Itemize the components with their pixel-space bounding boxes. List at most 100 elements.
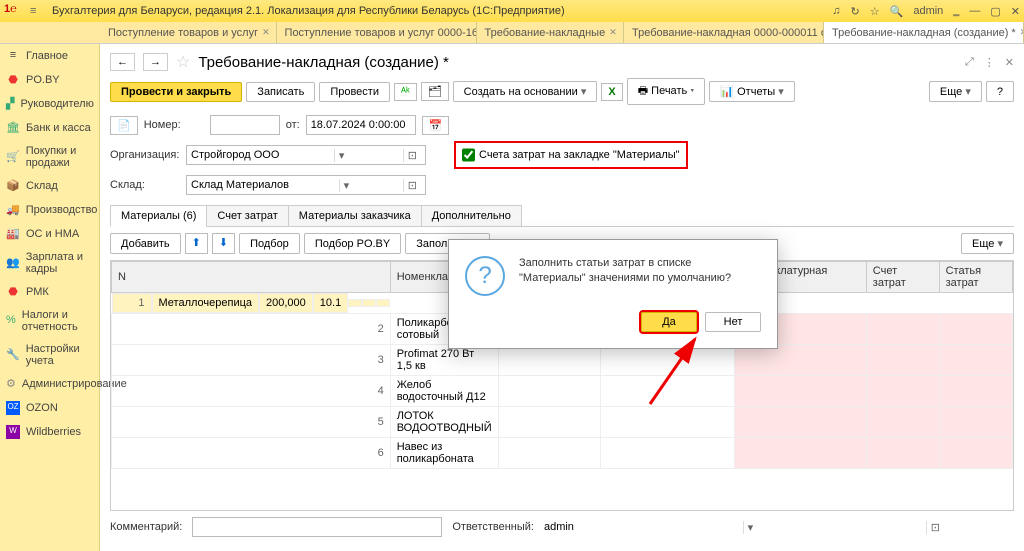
- cost-tab-checkbox[interactable]: [462, 145, 475, 165]
- logo-1c: 1℮: [4, 3, 20, 19]
- menu-icon: ≡: [6, 49, 20, 63]
- history-icon[interactable]: ↻: [851, 5, 860, 18]
- table-row[interactable]: 5ЛОТОК ВОДООТВОДНЫЙ: [112, 407, 1013, 438]
- dialog-message: Заполнить статьи затрат в списке "Матери…: [519, 256, 761, 287]
- doc-icon[interactable]: 📄: [110, 116, 138, 135]
- itab-customer-mat[interactable]: Материалы заказчика: [288, 205, 422, 226]
- tab-1[interactable]: Поступление товаров и услуг 0000-1674 от…: [277, 22, 477, 43]
- star-icon[interactable]: ☆: [870, 5, 880, 18]
- responsible-select[interactable]: admin▾⊡: [544, 521, 944, 534]
- sidebar-wb[interactable]: WWildberries: [0, 420, 99, 444]
- search-icon[interactable]: 🔍: [890, 5, 904, 18]
- pick-po-button[interactable]: Подбор PO.BY: [304, 233, 401, 254]
- gear-icon: ⚙: [6, 377, 16, 391]
- highlight-cost-accounts: Счета затрат на закладке "Материалы": [454, 141, 688, 169]
- bell-icon[interactable]: ♫: [832, 5, 840, 17]
- no-button[interactable]: Нет: [705, 312, 761, 332]
- date-input[interactable]: [306, 115, 416, 135]
- minimize-icon[interactable]: —: [969, 5, 980, 17]
- more-button[interactable]: Еще: [929, 81, 982, 102]
- sidebar-production[interactable]: 🚚Производство: [0, 198, 99, 222]
- save-button[interactable]: Записать: [246, 82, 315, 102]
- add-row-button[interactable]: Добавить: [110, 233, 181, 254]
- forward-button[interactable]: →: [143, 53, 168, 71]
- menu-icon[interactable]: ≡: [30, 5, 46, 17]
- itab-extra[interactable]: Дополнительно: [421, 205, 522, 226]
- reports-button[interactable]: 📊 Отчеты: [709, 81, 794, 102]
- poby-icon: ⬣: [6, 73, 20, 87]
- sidebar-main[interactable]: ≡Главное: [0, 44, 99, 68]
- org-select[interactable]: Стройгород ООО▾⊡: [186, 145, 426, 165]
- box-icon: 📦: [6, 179, 20, 193]
- col-cost-account: Счет затрат: [866, 262, 939, 293]
- org-label: Организация:: [110, 149, 180, 161]
- more-icon[interactable]: ⋮: [984, 56, 995, 69]
- responsible-label: Ответственный:: [452, 521, 534, 533]
- table-row[interactable]: 3Profimat 270 Вт 1,5 кв: [112, 345, 1013, 376]
- excel-icon[interactable]: X: [601, 83, 622, 101]
- table-row[interactable]: 1Металлочерепица 200,00010.1: [112, 293, 391, 313]
- post-button[interactable]: Провести: [319, 82, 390, 102]
- calendar-icon[interactable]: 📅: [422, 116, 450, 135]
- tab-3[interactable]: Требование-накладная 0000-000011 от 18.0…: [624, 22, 824, 43]
- itab-materials[interactable]: Материалы (6): [110, 205, 207, 227]
- close-icon[interactable]: ✕: [1020, 27, 1024, 38]
- close-icon[interactable]: ✕: [609, 27, 617, 38]
- close-icon[interactable]: ✕: [262, 27, 270, 38]
- tree-icon[interactable]: 🗂: [421, 82, 449, 101]
- sidebar-sales[interactable]: 🛒Покупки и продажи: [0, 140, 99, 174]
- move-up-icon[interactable]: ⬆: [185, 233, 208, 254]
- sidebar-salary[interactable]: 👥Зарплата и кадры: [0, 246, 99, 280]
- sidebar-warehouse[interactable]: 📦Склад: [0, 174, 99, 198]
- tab-4[interactable]: Требование-накладная (создание) *✕: [824, 22, 1024, 43]
- post-close-button[interactable]: Провести и закрыть: [110, 82, 242, 102]
- people-icon: 👥: [6, 256, 20, 270]
- help-button[interactable]: ?: [986, 81, 1014, 102]
- settings-icon[interactable]: ‗: [953, 5, 959, 17]
- table-row[interactable]: 4Желоб водосточный Д12: [112, 376, 1013, 407]
- sidebar-poby[interactable]: ⬣PO.BY: [0, 68, 99, 92]
- number-input[interactable]: [210, 115, 280, 135]
- favorite-icon[interactable]: ☆: [176, 52, 190, 72]
- inner-tabs: Материалы (6) Счет затрат Материалы зака…: [110, 205, 1014, 227]
- table-row[interactable]: 6Навес из поликарбоната: [112, 438, 1013, 469]
- pick-button[interactable]: Подбор: [239, 233, 300, 254]
- app-title: Бухгалтерия для Беларуси, редакция 2.1. …: [52, 5, 832, 17]
- sidebar-manager[interactable]: ▞Руководителю: [0, 92, 99, 116]
- dt-kt-icon[interactable]: ᴬᵏ: [394, 83, 417, 101]
- sidebar-bank[interactable]: 🏛Банк и касса: [0, 116, 99, 140]
- sidebar-assets[interactable]: 🏭ОС и НМА: [0, 222, 99, 246]
- back-button[interactable]: ←: [110, 53, 135, 71]
- print-button[interactable]: 🖶 Печать: [627, 78, 706, 105]
- titlebar: 1℮ ≡ Бухгалтерия для Беларуси, редакция …: [0, 0, 1024, 22]
- question-icon: ?: [465, 256, 505, 296]
- confirm-dialog: ? Заполнить статьи затрат в списке "Мате…: [448, 239, 778, 349]
- ozon-icon: OZ: [6, 401, 20, 415]
- table-more-button[interactable]: Еще: [961, 233, 1014, 254]
- user-label[interactable]: admin: [913, 5, 943, 17]
- tab-2[interactable]: Требование-накладные✕: [477, 22, 624, 43]
- tab-0[interactable]: Поступление товаров и услуг✕: [100, 22, 277, 43]
- sidebar-settings[interactable]: 🔧Настройки учета: [0, 338, 99, 372]
- calc-icon: %: [6, 314, 16, 328]
- number-label: Номер:: [144, 119, 204, 131]
- wrench-icon: 🔧: [6, 348, 20, 362]
- store-select[interactable]: Склад Материалов▾⊡: [186, 175, 426, 195]
- sidebar-ozon[interactable]: OZOZON: [0, 396, 99, 420]
- close-icon[interactable]: ✕: [1005, 56, 1014, 69]
- sidebar-admin[interactable]: ⚙Администрирование: [0, 372, 99, 396]
- link-icon[interactable]: ⤢: [965, 56, 974, 69]
- cart-icon: 🛒: [6, 150, 20, 164]
- maximize-icon[interactable]: ▢: [990, 5, 1000, 18]
- comment-input[interactable]: [192, 517, 442, 537]
- from-label: от:: [286, 119, 300, 131]
- building-icon: 🏭: [6, 227, 20, 241]
- sidebar-taxes[interactable]: %Налоги и отчетность: [0, 304, 99, 338]
- chart-icon: ▞: [6, 97, 14, 111]
- yes-button[interactable]: Да: [641, 312, 697, 332]
- create-based-button[interactable]: Создать на основании: [453, 81, 598, 102]
- close-icon[interactable]: ✕: [1011, 5, 1020, 18]
- itab-cost[interactable]: Счет затрат: [206, 205, 288, 226]
- move-down-icon[interactable]: ⬇: [212, 233, 235, 254]
- sidebar-rmk[interactable]: ⬣РМК: [0, 280, 99, 304]
